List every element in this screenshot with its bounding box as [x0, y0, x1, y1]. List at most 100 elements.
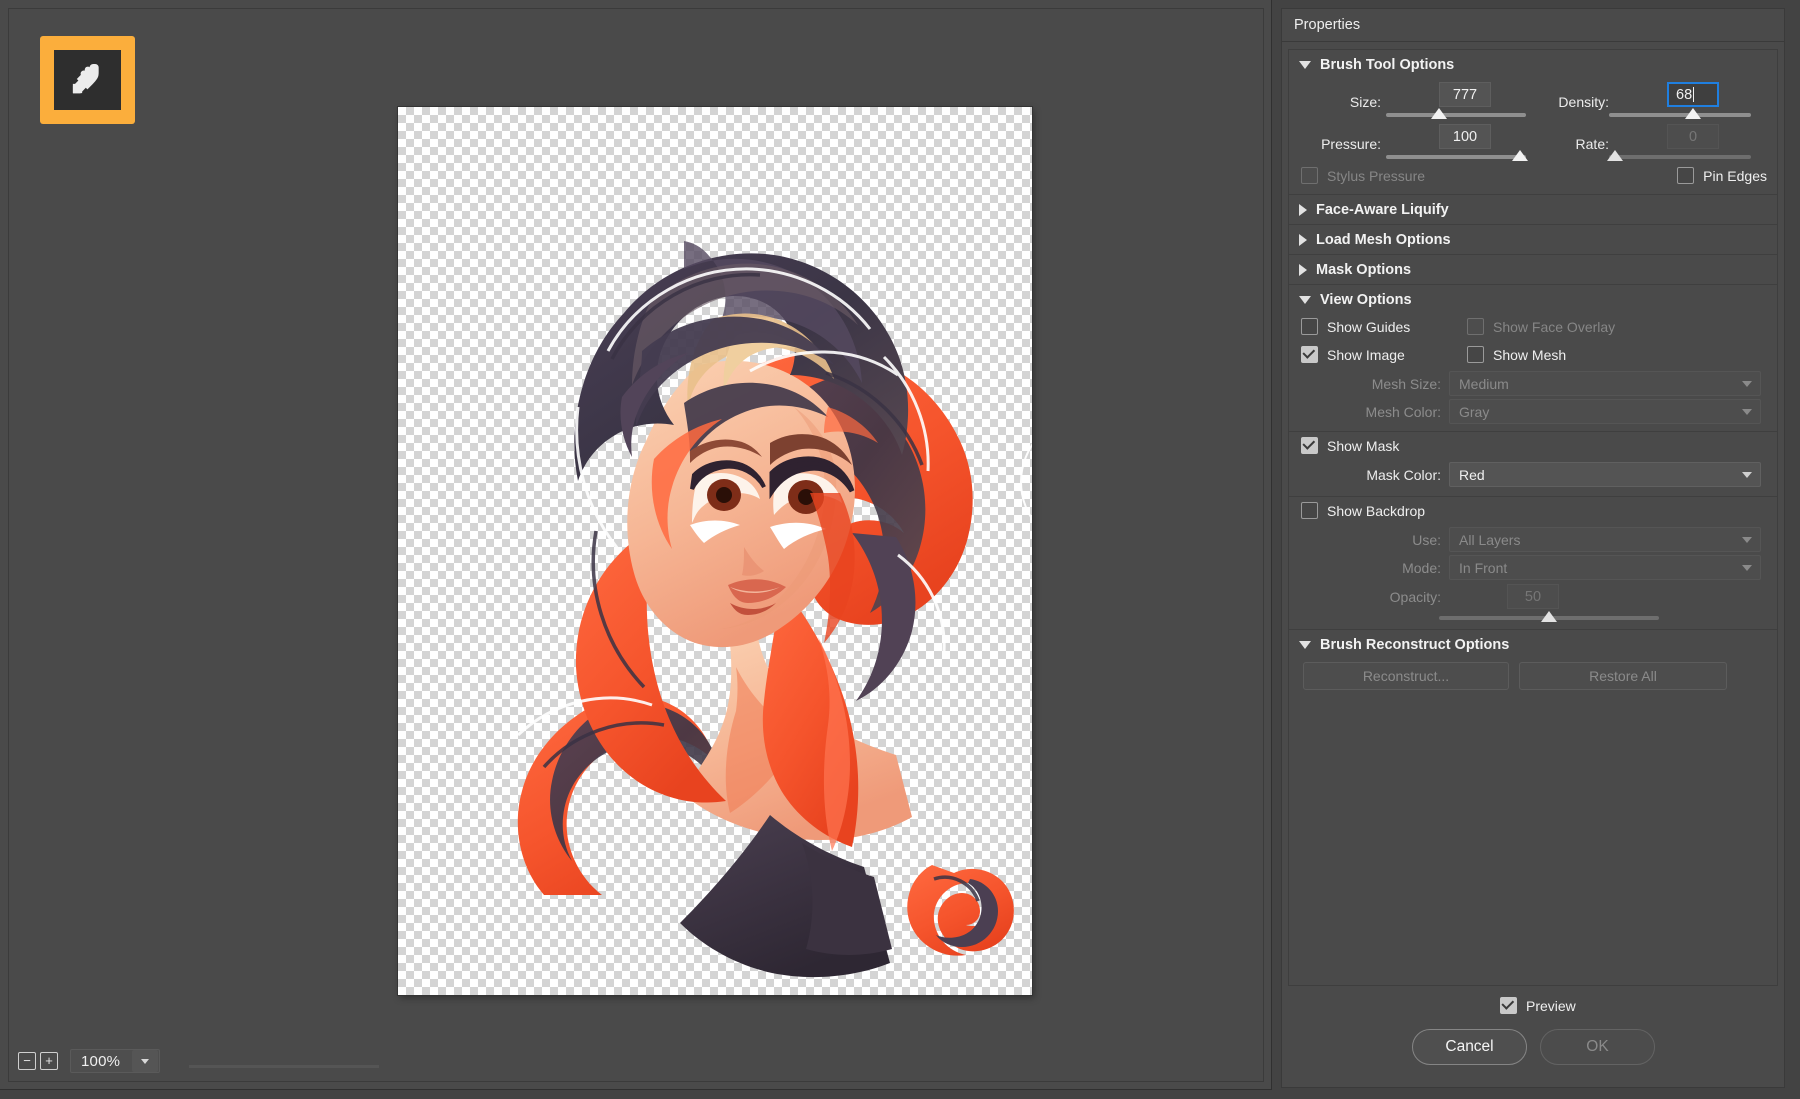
slider-knob — [1607, 150, 1623, 161]
mesh-size-select: Medium — [1449, 371, 1761, 396]
panel-body: Brush Tool Options Size: 777 Density: 68… — [1288, 49, 1778, 986]
checkbox-icon[interactable] — [1467, 346, 1484, 363]
chevron-right-icon — [1299, 264, 1307, 276]
pressure-input[interactable]: 100 — [1439, 124, 1491, 149]
section-brush-reconstruct-options[interactable]: Brush Reconstruct Options — [1289, 630, 1777, 660]
chevron-down-icon — [1299, 61, 1311, 69]
chevron-down-icon — [1742, 565, 1752, 571]
size-input[interactable]: 777 — [1439, 82, 1491, 107]
zoom-in-button[interactable]: + — [40, 1052, 58, 1070]
checkbox-icon[interactable] — [1301, 502, 1318, 519]
zoom-out-button[interactable]: − — [18, 1052, 36, 1070]
checkbox-icon[interactable] — [1677, 167, 1694, 184]
show-image-label: Show Image — [1327, 347, 1405, 363]
rate-label: Rate: — [1529, 136, 1609, 152]
row-mask-color: Mask Color: Red — [1289, 462, 1777, 492]
checkbox-icon[interactable] — [1301, 437, 1318, 454]
section-brush-tool-options[interactable]: Brush Tool Options — [1289, 50, 1777, 80]
forward-warp-tool-button[interactable] — [54, 50, 121, 110]
text-cursor — [1693, 87, 1694, 102]
row-show-backdrop: Show Backdrop — [1289, 497, 1777, 527]
pin-edges-label: Pin Edges — [1703, 168, 1767, 184]
pressure-slider[interactable] — [1386, 150, 1526, 164]
show-image-checkbox[interactable]: Show Image — [1301, 346, 1405, 363]
show-guides-checkbox[interactable]: Show Guides — [1301, 318, 1410, 335]
row-image-mesh: Show Image Show Mesh — [1289, 343, 1777, 371]
chevron-down-icon[interactable] — [132, 1050, 158, 1072]
section-label: View Options — [1320, 292, 1412, 308]
use-label: Use: — [1289, 532, 1441, 548]
chevron-down-icon[interactable] — [1742, 472, 1752, 478]
show-mesh-checkbox[interactable]: Show Mesh — [1467, 346, 1566, 363]
opacity-input: 50 — [1507, 584, 1559, 609]
stylus-pressure-checkbox: Stylus Pressure — [1301, 167, 1425, 184]
panel-footer: Preview Cancel OK — [1282, 987, 1784, 1087]
checkbox-icon[interactable] — [1500, 997, 1517, 1014]
active-tool-highlight[interactable] — [40, 36, 135, 124]
show-mask-checkbox[interactable]: Show Mask — [1301, 437, 1399, 454]
slider-knob — [1541, 611, 1557, 622]
show-backdrop-label: Show Backdrop — [1327, 503, 1425, 519]
mesh-size-label: Mesh Size: — [1289, 376, 1441, 392]
forward-warp-tool-icon — [67, 57, 109, 104]
slider-knob[interactable] — [1512, 150, 1528, 161]
mode-label: Mode: — [1289, 560, 1441, 576]
show-guides-label: Show Guides — [1327, 319, 1410, 335]
row-use: Use: All Layers — [1289, 527, 1777, 555]
pin-edges-checkbox[interactable]: Pin Edges — [1677, 167, 1767, 184]
row-stylus-pinedges: Stylus Pressure Pin Edges — [1289, 164, 1777, 194]
reconstruct-button: Reconstruct... — [1303, 662, 1509, 690]
mask-color-select[interactable]: Red — [1449, 462, 1761, 487]
row-mesh-size: Mesh Size: Medium — [1289, 371, 1777, 399]
use-value: All Layers — [1459, 532, 1742, 548]
opacity-slider — [1439, 611, 1659, 625]
zoom-level-combo[interactable]: 100% — [70, 1049, 160, 1073]
artwork-illustration — [398, 107, 1032, 995]
checkbox-icon[interactable] — [1301, 346, 1318, 363]
restore-all-button: Restore All — [1519, 662, 1727, 690]
properties-panel: Properties Brush Tool Options Size: 777 … — [1281, 8, 1785, 1088]
canvas-inner: − + 100% — [8, 8, 1264, 1082]
chevron-right-icon — [1299, 234, 1307, 246]
preview-checkbox[interactable]: Preview — [1500, 997, 1576, 1014]
opacity-label: Opacity: — [1289, 589, 1441, 605]
section-label: Brush Tool Options — [1320, 57, 1454, 73]
checkbox-icon[interactable] — [1301, 318, 1318, 335]
density-slider[interactable] — [1609, 108, 1751, 122]
slider-track — [1609, 113, 1751, 117]
checkbox-icon — [1467, 318, 1484, 335]
show-mesh-label: Show Mesh — [1493, 347, 1566, 363]
chevron-down-icon — [1742, 409, 1752, 415]
mesh-color-select: Gray — [1449, 399, 1761, 424]
zoom-level-value: 100% — [71, 1053, 132, 1070]
slider-knob[interactable] — [1685, 108, 1701, 119]
show-mask-label: Show Mask — [1327, 438, 1399, 454]
document-canvas[interactable] — [398, 107, 1032, 995]
show-backdrop-checkbox[interactable]: Show Backdrop — [1301, 502, 1425, 519]
slider-track — [1386, 155, 1526, 159]
preview-label: Preview — [1526, 998, 1576, 1014]
row-opacity: Opacity: 50 — [1289, 583, 1777, 629]
size-label: Size: — [1309, 94, 1381, 110]
use-select: All Layers — [1449, 527, 1761, 552]
section-view-options[interactable]: View Options — [1289, 285, 1777, 315]
section-load-mesh-options[interactable]: Load Mesh Options — [1289, 225, 1777, 255]
rate-slider — [1609, 150, 1751, 164]
section-face-aware-liquify[interactable]: Face-Aware Liquify — [1289, 195, 1777, 225]
panel-title: Properties — [1282, 9, 1784, 42]
section-label: Mask Options — [1316, 262, 1411, 278]
cancel-button[interactable]: Cancel — [1412, 1029, 1527, 1065]
row-reconstruct-buttons: Reconstruct... Restore All — [1289, 660, 1777, 700]
show-face-overlay-checkbox: Show Face Overlay — [1467, 318, 1615, 335]
density-value: 68 — [1676, 87, 1692, 103]
slider-track — [1386, 113, 1526, 117]
chevron-down-icon — [1742, 537, 1752, 543]
mode-select: In Front — [1449, 555, 1761, 580]
size-slider[interactable] — [1386, 108, 1526, 122]
slider-knob[interactable] — [1431, 108, 1447, 119]
row-size-density: Size: 777 Density: 68 — [1289, 80, 1777, 122]
section-mask-options[interactable]: Mask Options — [1289, 255, 1777, 285]
mask-color-value: Red — [1459, 467, 1742, 483]
canvas-region: − + 100% — [0, 0, 1272, 1090]
density-input[interactable]: 68 — [1667, 82, 1719, 107]
